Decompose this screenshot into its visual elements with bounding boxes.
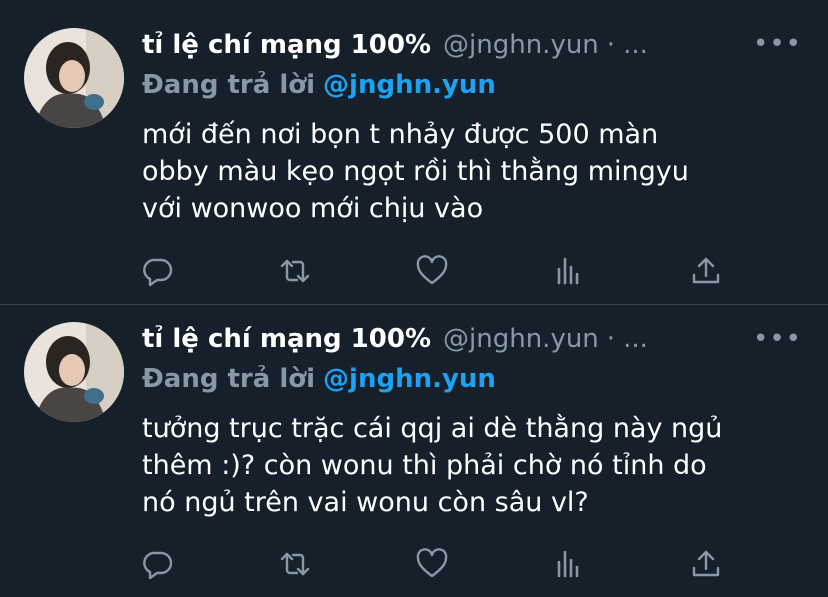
avatar[interactable] — [24, 28, 124, 128]
replying-to: Đang trả lời @jnghn.yun — [142, 70, 496, 100]
avatar[interactable] — [24, 322, 124, 422]
tweet-text-line: mới đến nơi bọn t nhảy được 500 màn — [142, 119, 659, 150]
user-handle[interactable]: @jnghn.yun — [443, 30, 599, 60]
mention-link[interactable]: @jnghn.yun — [323, 364, 496, 394]
display-name[interactable]: tỉ lệ chí mạng 100% — [142, 30, 431, 60]
replying-to: Đang trả lời @jnghn.yun — [142, 364, 496, 394]
truncation-ellipsis: ... — [623, 324, 648, 354]
mention-link[interactable]: @jnghn.yun — [323, 70, 496, 100]
analytics-icon — [557, 550, 579, 578]
tweet[interactable]: tỉ lệ chí mạng 100% @jnghn.yun · ... •••… — [0, 305, 828, 597]
more-options-icon[interactable]: ••• — [753, 326, 802, 352]
separator-dot: · — [606, 324, 616, 354]
tweet-actions — [0, 255, 828, 287]
retweet-button[interactable] — [279, 548, 311, 580]
tweet[interactable]: tỉ lệ chí mạng 100% @jnghn.yun · ... •••… — [0, 0, 828, 305]
tweet-text-line: tưởng trục trặc cái qqj ai dè thằng này … — [142, 413, 723, 444]
replying-to-label: Đang trả lời — [142, 364, 316, 394]
heart-icon — [416, 548, 448, 578]
share-icon — [692, 257, 720, 284]
tweet-text: tưởng trục trặc cái qqj ai dè thằng này … — [142, 410, 802, 521]
analytics-icon — [557, 257, 579, 285]
replying-to-label: Đang trả lời — [142, 70, 316, 100]
reply-icon — [143, 258, 173, 287]
tweet-text-line: obby màu kẹo ngọt rồi thì thằng mingyu — [142, 156, 689, 187]
tweet-text: mới đến nơi bọn t nhảy được 500 màn obby… — [142, 116, 802, 227]
analytics-button[interactable] — [553, 255, 585, 287]
retweet-button[interactable] — [279, 255, 311, 287]
reply-icon — [143, 551, 173, 580]
share-button[interactable] — [690, 548, 722, 580]
reply-button[interactable] — [142, 548, 174, 580]
tweet-actions — [0, 548, 828, 580]
tweet-text-line: nó ngủ trên vai wonu còn sâu vl? — [142, 487, 589, 518]
truncation-ellipsis: ... — [623, 30, 648, 60]
display-name[interactable]: tỉ lệ chí mạng 100% — [142, 324, 431, 354]
retweet-icon — [280, 552, 310, 576]
reply-button[interactable] — [142, 255, 174, 287]
heart-icon — [416, 255, 448, 285]
more-options-icon[interactable]: ••• — [753, 31, 802, 57]
tweet-text-line: với wonwoo mới chịu vào — [142, 193, 484, 224]
separator-dot: · — [606, 30, 616, 60]
like-button[interactable] — [416, 255, 448, 287]
tweet-text-line: thêm :)? còn wonu thì phải chờ nó tỉnh d… — [142, 450, 707, 481]
like-button[interactable] — [416, 548, 448, 580]
retweet-icon — [280, 259, 310, 283]
share-button[interactable] — [690, 255, 722, 287]
analytics-button[interactable] — [553, 548, 585, 580]
user-handle[interactable]: @jnghn.yun — [443, 324, 599, 354]
share-icon — [692, 550, 720, 577]
